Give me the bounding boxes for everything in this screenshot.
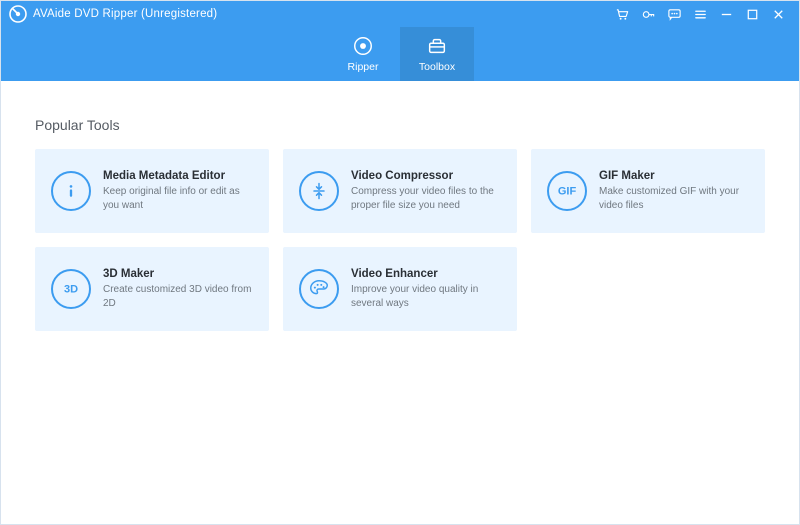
- content-area: Popular Tools Media Metadata Editor Keep…: [1, 81, 799, 524]
- tool-card-metadata[interactable]: Media Metadata Editor Keep original file…: [35, 149, 269, 233]
- tool-desc: Compress your video files to the proper …: [351, 185, 501, 212]
- tool-title: 3D Maker: [103, 268, 253, 280]
- tool-card-gif[interactable]: GIF GIF Maker Make customized GIF with y…: [531, 149, 765, 233]
- tool-desc: Create customized 3D video from 2D: [103, 283, 253, 310]
- tool-card-enhancer[interactable]: Video Enhancer Improve your video qualit…: [283, 247, 517, 331]
- info-icon: [51, 171, 91, 211]
- svg-text:GIF: GIF: [558, 186, 577, 198]
- section-heading: Popular Tools: [35, 117, 765, 133]
- feedback-icon[interactable]: [661, 1, 687, 27]
- tool-title: Media Metadata Editor: [103, 170, 253, 182]
- palette-icon: [299, 269, 339, 309]
- menu-icon[interactable]: [687, 1, 713, 27]
- tab-ripper-label: Ripper: [348, 61, 379, 73]
- maximize-button[interactable]: [739, 1, 765, 27]
- cart-icon[interactable]: [609, 1, 635, 27]
- compress-icon: [299, 171, 339, 211]
- tool-desc: Make customized GIF with your video file…: [599, 185, 749, 212]
- key-icon[interactable]: [635, 1, 661, 27]
- app-logo-icon: [9, 5, 27, 23]
- tool-card-3d[interactable]: 3D 3D Maker Create customized 3D video f…: [35, 247, 269, 331]
- close-button[interactable]: [765, 1, 791, 27]
- tool-title: GIF Maker: [599, 170, 749, 182]
- tool-title: Video Enhancer: [351, 268, 501, 280]
- minimize-button[interactable]: [713, 1, 739, 27]
- titlebar: AVAide DVD Ripper (Unregistered): [1, 1, 799, 27]
- app-title: AVAide DVD Ripper (Unregistered): [33, 8, 217, 20]
- tool-card-compressor[interactable]: Video Compressor Compress your video fil…: [283, 149, 517, 233]
- nav-tabs: Ripper Toolbox: [1, 27, 799, 81]
- tab-toolbox[interactable]: Toolbox: [400, 27, 474, 81]
- tools-grid: Media Metadata Editor Keep original file…: [35, 149, 765, 331]
- app-window: AVAide DVD Ripper (Unregistered): [0, 0, 800, 525]
- svg-text:3D: 3D: [64, 284, 78, 296]
- threed-icon: 3D: [51, 269, 91, 309]
- tab-ripper[interactable]: Ripper: [326, 27, 400, 81]
- tab-toolbox-label: Toolbox: [419, 61, 455, 73]
- target-icon: [352, 35, 374, 57]
- tool-desc: Keep original file info or edit as you w…: [103, 185, 253, 212]
- gif-icon: GIF: [547, 171, 587, 211]
- tool-desc: Improve your video quality in several wa…: [351, 283, 501, 310]
- tool-title: Video Compressor: [351, 170, 501, 182]
- toolbox-icon: [426, 35, 448, 57]
